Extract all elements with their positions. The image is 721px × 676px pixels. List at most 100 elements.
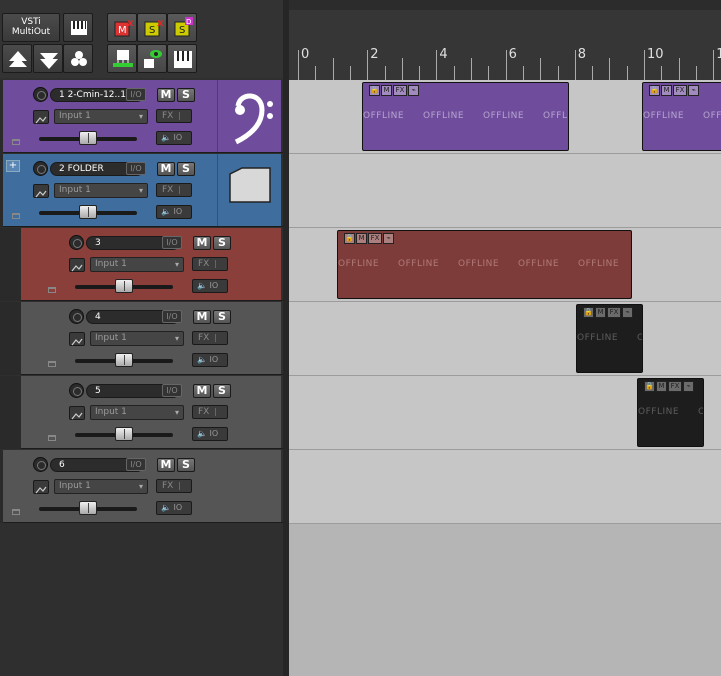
track-lane[interactable] [289, 302, 721, 376]
midi-clip[interactable]: 🔒MFX⌁ OFFLINE OFFLINE [637, 378, 704, 447]
io-button[interactable]: I/O [126, 162, 146, 175]
mute-button[interactable]: M [193, 384, 211, 398]
fx-bin-button[interactable]: FX [156, 109, 192, 123]
io-button[interactable]: I/O [162, 310, 182, 323]
record-arm-button[interactable] [69, 383, 84, 398]
fx-bin-button[interactable]: FX [192, 405, 228, 419]
input-select[interactable]: Input 1 ▾ [90, 331, 184, 346]
mute-clip-icon[interactable]: M [595, 307, 606, 318]
track-header[interactable]: 5 I/O M S Input 1 ▾ FX 🔈 IO [0, 376, 283, 449]
solo-button[interactable]: S [177, 88, 195, 102]
volume-readout[interactable]: 🔈 IO [192, 353, 228, 367]
mute-clip-icon[interactable]: M [356, 233, 367, 244]
lock-icon[interactable]: 🔒 [644, 381, 655, 392]
mute-clear-button[interactable]: Mx [107, 13, 137, 42]
volume-readout[interactable]: 🔈 IO [192, 279, 228, 293]
record-arm-button[interactable] [33, 87, 48, 102]
midi-clip[interactable]: 🔒MFX⌁ OFFLINE OFFLINE [642, 82, 721, 151]
automation-clip-icon[interactable]: ⌁ [683, 381, 694, 392]
show-hide-button[interactable] [137, 44, 167, 73]
midi-clip[interactable]: 🔒MFX⌁ OFFLINE OFFLINE OFFLINE OFFLINE [362, 82, 569, 151]
lock-icon[interactable]: 🔒 [369, 85, 380, 96]
fx-clip-icon[interactable]: FX [668, 381, 682, 392]
input-select[interactable]: Input 1 ▾ [54, 183, 148, 198]
volume-readout[interactable]: 🔈 IO [156, 131, 192, 145]
volume-readout[interactable]: 🔈 IO [192, 427, 228, 441]
folder-expand-icon[interactable] [12, 139, 20, 145]
folder-expand-icon[interactable] [48, 287, 56, 293]
lock-icon[interactable]: 🔒 [583, 307, 594, 318]
io-button[interactable]: I/O [126, 458, 146, 471]
fx-clip-icon[interactable]: FX [607, 307, 621, 318]
record-arm-button[interactable] [33, 457, 48, 472]
solo-button[interactable]: S [213, 310, 231, 324]
fx-clip-icon[interactable]: FX [673, 85, 687, 96]
track-header[interactable]: 4 I/O M S Input 1 ▾ FX 🔈 IO [0, 302, 283, 375]
automation-clip-icon[interactable]: ⌁ [622, 307, 633, 318]
mute-button[interactable]: M [193, 310, 211, 324]
mute-button[interactable]: M [157, 88, 175, 102]
solo-button[interactable]: S [213, 384, 231, 398]
keyboard-button[interactable] [167, 44, 197, 73]
automation-button[interactable] [33, 480, 49, 494]
piano-keys-button[interactable] [63, 13, 93, 42]
solo-button[interactable]: S [213, 236, 231, 250]
automation-button[interactable] [33, 184, 49, 198]
track-lane[interactable] [289, 154, 721, 228]
track-lane[interactable] [289, 450, 721, 524]
vsti-multiout-button[interactable]: VSTi MultiOut [2, 13, 60, 42]
folder-expand-icon[interactable] [48, 435, 56, 441]
track-header[interactable]: 2 FOLDER I/O M S Input 1 ▾ FX 🔈 IO + [0, 154, 283, 227]
mute-button[interactable]: M [157, 162, 175, 176]
fx-clip-icon[interactable]: FX [393, 85, 407, 96]
volume-fader-knob[interactable] [115, 353, 133, 367]
time-ruler[interactable]: 0 2 4 6 8 10 12 [289, 10, 721, 80]
automation-button[interactable] [69, 406, 85, 420]
automation-button[interactable] [33, 110, 49, 124]
io-button[interactable]: I/O [126, 88, 146, 101]
ruler-scroll-strip[interactable] [289, 0, 721, 10]
volume-fader-knob[interactable] [115, 279, 133, 293]
io-button[interactable]: I/O [162, 384, 182, 397]
io-button[interactable]: I/O [162, 236, 182, 249]
midi-clip[interactable]: 🔒 M FX ⌁ OFFLINE OFFLINE OFFLINE OFFLINE OFFLINE [337, 230, 632, 299]
input-select[interactable]: Input 1 ▾ [54, 479, 148, 494]
track-header[interactable]: 1 2-Cmin-12..1 I/O M S Input 1 ▾ FX 🔈 IO [0, 80, 283, 153]
mute-button[interactable]: M [193, 236, 211, 250]
volume-readout[interactable]: 🔈 IO [156, 205, 192, 219]
solo-clear-button[interactable]: Sx [137, 13, 167, 42]
solo-button[interactable]: S [177, 458, 195, 472]
empty-lane-area[interactable] [289, 524, 721, 676]
mute-button[interactable]: M [157, 458, 175, 472]
mute-clip-icon[interactable]: M [661, 85, 672, 96]
solo-button[interactable]: S [177, 162, 195, 176]
volume-fader-knob[interactable] [115, 427, 133, 441]
fx-bin-button[interactable]: FX [192, 257, 228, 271]
record-arm-button[interactable] [69, 235, 84, 250]
fx-bin-button[interactable]: FX [156, 479, 192, 493]
folder-expand-icon[interactable] [12, 509, 20, 515]
folder-expand-icon[interactable] [48, 361, 56, 367]
volume-fader-knob[interactable] [79, 205, 97, 219]
folder-expand-icon[interactable] [12, 213, 20, 219]
track-routing-button[interactable] [107, 44, 137, 73]
mute-clip-icon[interactable]: M [656, 381, 667, 392]
group-button[interactable] [63, 44, 93, 73]
volume-fader-knob[interactable] [79, 131, 97, 145]
automation-clip-icon[interactable]: ⌁ [383, 233, 394, 244]
record-arm-button[interactable] [33, 161, 48, 176]
solo-defeat-button[interactable]: SD [167, 13, 197, 42]
track-header[interactable]: 3 I/O M S Input 1 ▾ FX 🔈 IO [0, 228, 283, 301]
expand-down-button[interactable] [33, 44, 63, 73]
mute-clip-icon[interactable]: M [381, 85, 392, 96]
input-select[interactable]: Input 1 ▾ [90, 257, 184, 272]
collapse-up-button[interactable] [2, 44, 32, 73]
automation-clip-icon[interactable]: ⌁ [688, 85, 699, 96]
midi-clip[interactable]: 🔒MFX⌁ OFFLINE OFFLINE [576, 304, 643, 373]
automation-button[interactable] [69, 332, 85, 346]
fx-bin-button[interactable]: FX [192, 331, 228, 345]
volume-fader-knob[interactable] [79, 501, 97, 515]
folder-collapse-button[interactable]: + [6, 160, 20, 172]
record-arm-button[interactable] [69, 309, 84, 324]
lock-icon[interactable]: 🔒 [649, 85, 660, 96]
